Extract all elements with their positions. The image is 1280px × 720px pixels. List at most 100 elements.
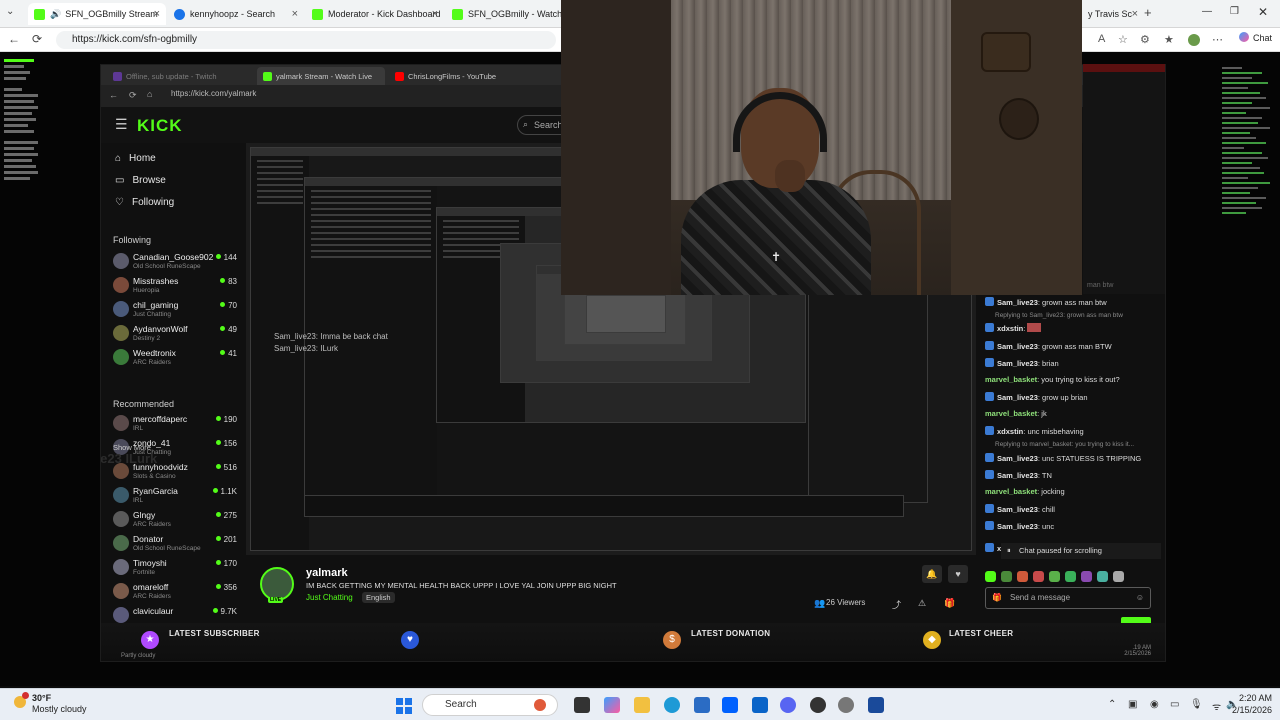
store-icon[interactable]: [694, 697, 710, 713]
emote-icon: [1097, 571, 1108, 582]
clock-date: 2/15/2026: [1231, 705, 1272, 715]
outlook-icon[interactable]: [752, 697, 768, 713]
tab-moderator-dashboard[interactable]: Moderator - Kick Dashboard ×: [306, 3, 444, 25]
gift-icon: 🎁: [992, 593, 1002, 602]
stream-category: Just Chatting: [306, 593, 353, 602]
viewer-count: 190: [216, 415, 237, 424]
tab-list-button[interactable]: ⌄: [6, 6, 14, 17]
file-explorer-icon[interactable]: [634, 697, 650, 713]
close-tab-icon[interactable]: ×: [154, 8, 160, 20]
close-tab-icon[interactable]: ×: [1132, 8, 1138, 20]
url-field[interactable]: https://kick.com/sfn-ogbmilly: [56, 31, 556, 49]
avatar: [113, 301, 129, 317]
overlay-line: Sam_live23: Imma be back chat: [274, 332, 388, 341]
stream-info: LIVE yalmark IM BACK GETTING MY MENTAL H…: [256, 563, 976, 613]
tab-sfn-ogbmilly-stream[interactable]: 🔊 SFN_OGBmilly Stream ×: [28, 3, 166, 25]
wifi-icon[interactable]: ᯤ: [1212, 699, 1221, 713]
streamer-avatar: [260, 567, 294, 601]
chat-message: xdxstin:: [985, 323, 1165, 333]
overlay-chat-text: Sam_live23: Imma be back chat Sam_live23…: [274, 331, 388, 355]
windows-start-icon[interactable]: [396, 698, 412, 714]
notification-bell-icon: 🔔: [922, 565, 942, 583]
obs-icon[interactable]: [810, 697, 826, 713]
avatar: [113, 349, 129, 365]
chevron-up-icon[interactable]: ⌃: [1108, 699, 1116, 710]
sidebar-item-home: ⌂ Home: [115, 153, 156, 164]
channel-name: mercoffdaperc: [133, 414, 188, 424]
search-placeholder: Search: [534, 120, 563, 130]
webcam-basket: [981, 32, 1031, 72]
ghost-chat-text: man btw: [1087, 282, 1114, 289]
discord-icon[interactable]: [780, 697, 796, 713]
refresh-icon[interactable]: ⟳: [32, 32, 42, 46]
sidebar-item-browse: ▭ Browse: [115, 175, 166, 186]
chat-user: xdxstin: [997, 324, 1024, 333]
captured-date: 2/15/2026: [1124, 651, 1151, 657]
channel-name: Weedtronix: [133, 348, 176, 358]
close-tab-icon[interactable]: ×: [292, 8, 298, 20]
copilot-icon[interactable]: [604, 697, 620, 713]
webcam-overlay: ✝: [561, 0, 1082, 295]
recommended-channel: mercoffdaperc IRL 190: [113, 413, 237, 437]
viewer-count: 1.1K: [213, 487, 237, 496]
webcam-wall-decor: [999, 98, 1039, 140]
copilot-app-icon[interactable]: [534, 699, 546, 711]
captured-clock: .19 AM 2/15/2026: [1124, 645, 1151, 657]
read-aloud-icon[interactable]: A: [1098, 33, 1105, 45]
close-window-button[interactable]: ✕: [1258, 5, 1268, 19]
chat-badge-icon: [985, 521, 994, 530]
profile-icon[interactable]: [1188, 34, 1200, 46]
viewer-count: 170: [216, 559, 237, 568]
chat-badge-icon: [985, 453, 994, 462]
channel-game: IRL: [133, 497, 144, 504]
viewer-count: 83: [220, 277, 237, 286]
tab-kennyhoopz-search[interactable]: kennyhoopz - Search ×: [168, 3, 304, 25]
chat-user: Sam_live23: [997, 298, 1038, 307]
emoji-icon: ☺: [1135, 593, 1144, 602]
speaker-icon: 🔊: [50, 8, 62, 19]
chat-message: xdxstin: unc misbehaving: [985, 426, 1165, 436]
close-tab-icon[interactable]: ×: [432, 8, 438, 20]
tab-label: yalmark Stream - Watch Live: [276, 71, 372, 81]
task-view-icon[interactable]: [574, 697, 590, 713]
microphone-icon[interactable]: 🎙: [1190, 699, 1203, 710]
favorites-icon[interactable]: ★: [1164, 33, 1174, 46]
maximize-button[interactable]: ❐: [1230, 6, 1239, 17]
captured-home-icon: ⌂: [147, 89, 153, 99]
tray-app-icon[interactable]: ◉: [1150, 699, 1159, 710]
nav-label: Browse: [132, 175, 166, 186]
new-tab-button[interactable]: +: [1144, 5, 1152, 20]
diamond-icon: ◆: [923, 631, 941, 649]
extensions-icon[interactable]: ⚙: [1140, 33, 1150, 46]
home-icon: ⌂: [115, 153, 122, 164]
back-icon[interactable]: ←: [8, 32, 20, 46]
url-text: https://kick.com/sfn-ogbmilly: [72, 34, 198, 45]
tray-app-icon[interactable]: ▣: [1128, 699, 1137, 710]
viewer-count: 356: [216, 583, 237, 592]
following-channel: Canadian_Goose902 Old School RuneScape 144: [113, 251, 237, 275]
avatar: [113, 253, 129, 269]
app-icon[interactable]: [868, 697, 884, 713]
weather-widget[interactable]: 30°F Mostly cloudy: [12, 693, 87, 715]
tab-travis[interactable]: y Travis Sc ×: [1082, 3, 1140, 25]
chat-input: 🎁 Send a message ☺: [985, 587, 1151, 609]
edge-browser-icon[interactable]: [664, 697, 680, 713]
viewer-count: 144: [216, 253, 237, 262]
minimize-button[interactable]: —: [1202, 6, 1212, 17]
emote-icon: [1001, 571, 1012, 582]
chat-user: Sam_live23: [997, 359, 1038, 368]
system-clock[interactable]: 2:20 AM 2/15/2026: [1232, 692, 1272, 716]
chat-reply: Replying to Sam_live23: grown ass man bt…: [995, 312, 1123, 319]
stream-language-tag: English: [362, 592, 395, 603]
dropbox-icon[interactable]: [722, 697, 738, 713]
chat-text: jocking: [1041, 487, 1065, 496]
tab-watch-clips[interactable]: SFN_OGBmilly - Watch clips: [446, 3, 562, 25]
copilot-chat-button[interactable]: Chat: [1238, 32, 1272, 43]
emote-icon: [1017, 571, 1028, 582]
favorite-star-icon[interactable]: ☆: [1118, 33, 1128, 46]
kick-favicon-icon: [263, 71, 272, 81]
settings-gear-icon[interactable]: [838, 697, 854, 713]
stream-title: IM BACK GETTING MY MENTAL HEALTH BACK UP…: [306, 581, 617, 590]
more-menu-icon[interactable]: ⋯: [1212, 33, 1223, 46]
tray-app-icon[interactable]: ▭: [1170, 699, 1179, 710]
